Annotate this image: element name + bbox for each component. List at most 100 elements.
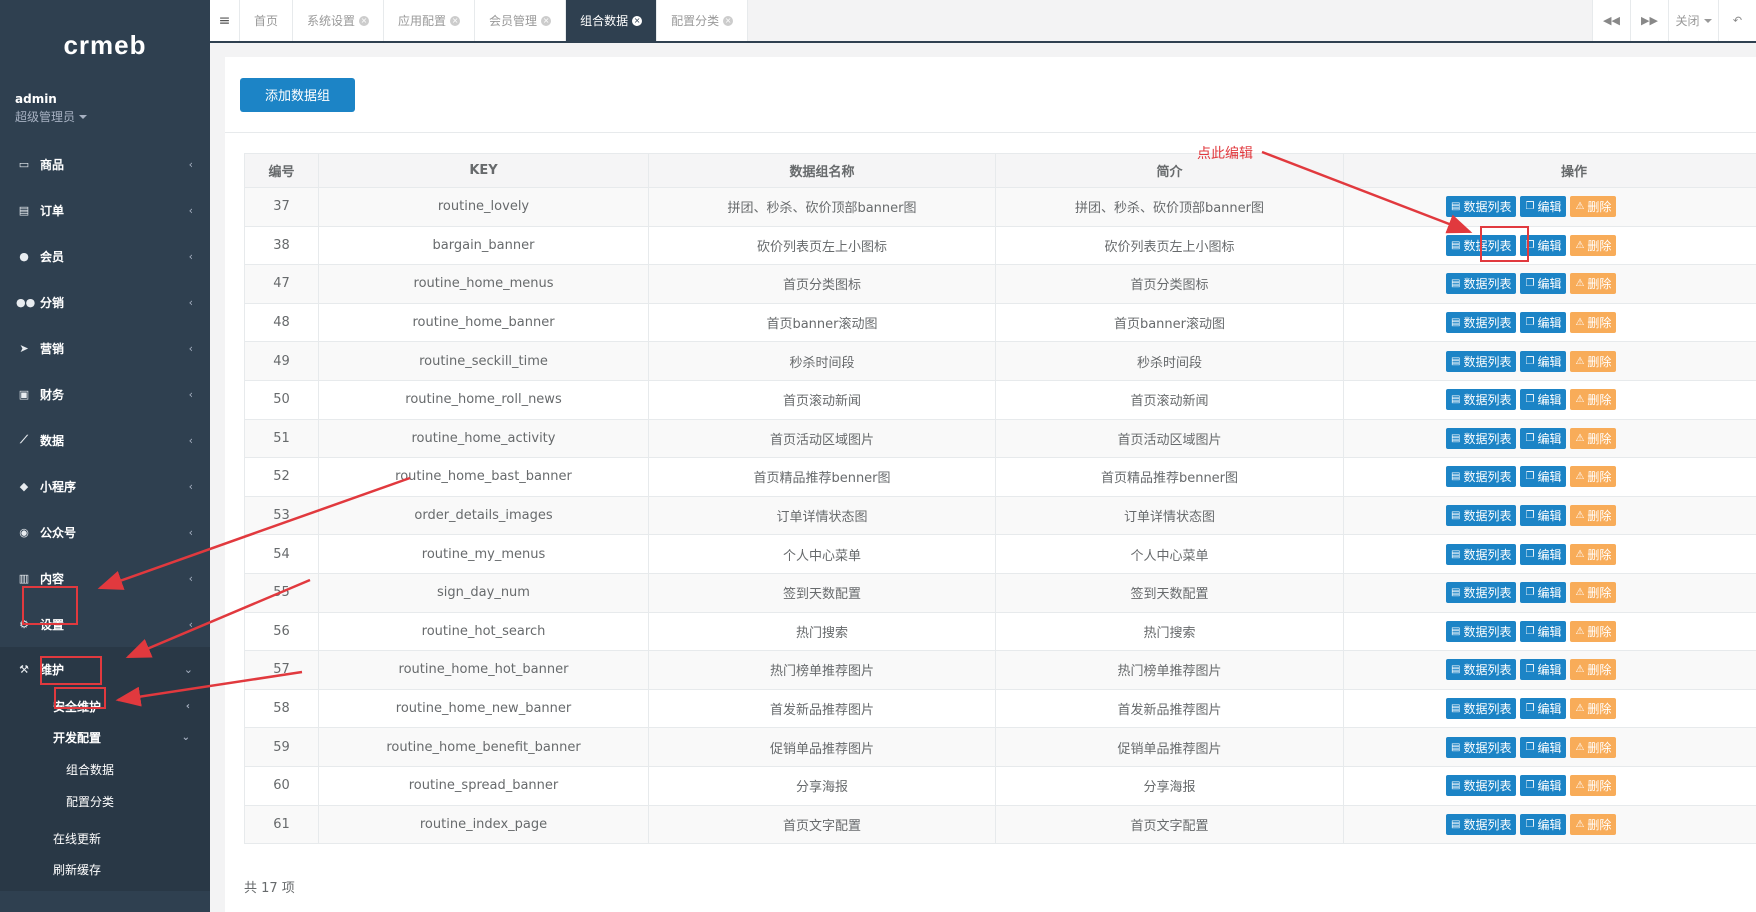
scroll-right-icon[interactable]: ▶▶ (1630, 0, 1668, 41)
delete-button[interactable]: ⚠ 删除 (1570, 698, 1617, 720)
data-list-button[interactable]: ▤ 数据列表 (1446, 427, 1517, 449)
delete-button[interactable]: ⚠ 删除 (1570, 350, 1617, 372)
edit-button[interactable]: ❐ 编辑 (1520, 350, 1567, 372)
sidebar-item-maintenance[interactable]: ⚒ 维护 ⌄ (0, 647, 210, 691)
delete-button[interactable]: ⚠ 删除 (1570, 389, 1617, 411)
sidebar-item-group-data[interactable]: 组合数据 (0, 753, 210, 785)
close-tabs-dropdown[interactable]: 关闭 (1668, 0, 1718, 41)
tab-app-config[interactable]: 应用配置 × (384, 0, 476, 41)
delete-button[interactable]: ⚠ 删除 (1570, 813, 1617, 835)
column-header-name: 数据组名称 (648, 153, 996, 188)
cell-key: routine_my_menus (318, 534, 649, 574)
sidebar-item-config-category[interactable]: 配置分类 (0, 785, 210, 817)
row-actions: ▤ 数据列表 ❐ 编辑 ⚠ 删除 (1344, 505, 1756, 527)
data-list-button[interactable]: ▤ 数据列表 (1446, 775, 1517, 797)
sidebar-item-distribution[interactable]: ●● 分销 ‹ (0, 279, 210, 325)
edit-button[interactable]: ❐ 编辑 (1520, 659, 1567, 681)
data-list-button[interactable]: ▤ 数据列表 (1446, 196, 1517, 218)
data-list-button[interactable]: ▤ 数据列表 (1446, 582, 1517, 604)
cell-id: 54 (244, 534, 319, 574)
cell-intro: 拼团、秒杀、砍价顶部banner图 (995, 187, 1344, 227)
chevron-left-icon: ‹ (188, 341, 193, 355)
delete-button[interactable]: ⚠ 删除 (1570, 427, 1617, 449)
sidebar-item-refresh-cache[interactable]: 刷新缓存 (0, 854, 210, 885)
column-header-id: 编号 (244, 153, 319, 188)
data-list-button[interactable]: ▤ 数据列表 (1446, 466, 1517, 488)
edit-button[interactable]: ❐ 编辑 (1520, 196, 1567, 218)
user-name: admin (15, 92, 57, 106)
user-role-dropdown[interactable]: 超级管理员 (15, 108, 195, 125)
delete-button[interactable]: ⚠ 删除 (1570, 466, 1617, 488)
close-icon[interactable]: × (723, 15, 734, 26)
data-list-button[interactable]: ▤ 数据列表 (1446, 736, 1517, 758)
edit-button[interactable]: ❐ 编辑 (1520, 543, 1567, 565)
edit-button[interactable]: ❐ 编辑 (1520, 466, 1567, 488)
delete-button[interactable]: ⚠ 删除 (1570, 234, 1617, 256)
data-list-button[interactable]: ▤ 数据列表 (1446, 350, 1517, 372)
sidebar-item-dev-config[interactable]: 开发配置 ⌄ (0, 722, 210, 753)
delete-button[interactable]: ⚠ 删除 (1570, 620, 1617, 642)
edit-button[interactable]: ❐ 编辑 (1520, 312, 1567, 334)
tab-home[interactable]: 首页 (240, 0, 294, 41)
scroll-left-icon[interactable]: ◀◀ (1592, 0, 1630, 41)
sidebar-item-finance[interactable]: ▣ 财务 ‹ (0, 371, 210, 417)
close-icon[interactable]: × (541, 15, 552, 26)
sidebar-item-online-update[interactable]: 在线更新 (0, 823, 210, 854)
tab-config-category[interactable]: 配置分类 × (657, 0, 749, 41)
tab-group-data[interactable]: 组合数据 × (566, 0, 658, 41)
edit-button[interactable]: ❐ 编辑 (1520, 389, 1567, 411)
data-list-button[interactable]: ▤ 数据列表 (1446, 312, 1517, 334)
sidebar-item-official-account[interactable]: ◉ 公众号 ‹ (0, 509, 210, 555)
menu-toggle-icon[interactable]: ≡ (210, 0, 240, 41)
sidebar-item-goods[interactable]: ▭ 商品 ‹ (0, 141, 210, 187)
cell-key: order_details_images (318, 495, 649, 536)
delete-button[interactable]: ⚠ 删除 (1570, 543, 1617, 565)
copy-icon: ❐ (1525, 317, 1535, 329)
delete-button[interactable]: ⚠ 删除 (1570, 312, 1617, 334)
edit-button-label: 编辑 (1537, 702, 1562, 717)
user-profile[interactable]: admin 超级管理员 (0, 90, 210, 137)
row-actions: ▤ 数据列表 ❐ 编辑 ⚠ 删除 (1344, 543, 1756, 565)
sidebar-item-miniprogram[interactable]: ◆ 小程序 ‹ (0, 463, 210, 509)
delete-button-label: 删除 (1587, 702, 1612, 717)
delete-button[interactable]: ⚠ 删除 (1570, 736, 1617, 758)
back-icon[interactable]: ↶ (1718, 0, 1756, 41)
tab-member-management[interactable]: 会员管理 × (475, 0, 567, 41)
sidebar-item-orders[interactable]: ▤ 订单 ‹ (0, 187, 210, 233)
edit-button[interactable]: ❐ 编辑 (1520, 813, 1567, 835)
edit-button[interactable]: ❐ 编辑 (1520, 427, 1567, 449)
data-list-button[interactable]: ▤ 数据列表 (1446, 505, 1517, 527)
sidebar-item-data[interactable]: ⟋ 数据 ‹ (0, 417, 210, 463)
close-icon[interactable]: × (450, 15, 461, 26)
tab-system-settings[interactable]: 系统设置 × (293, 0, 385, 41)
data-list-button[interactable]: ▤ 数据列表 (1446, 698, 1517, 720)
edit-button[interactable]: ❐ 编辑 (1520, 505, 1567, 527)
add-data-group-button[interactable]: 添加数据组 (240, 77, 356, 112)
copy-icon: ❐ (1525, 201, 1535, 213)
delete-button[interactable]: ⚠ 删除 (1570, 196, 1617, 218)
data-list-button[interactable]: ▤ 数据列表 (1446, 813, 1517, 835)
edit-button[interactable]: ❐ 编辑 (1520, 620, 1567, 642)
delete-button[interactable]: ⚠ 删除 (1570, 273, 1617, 295)
data-list-button[interactable]: ▤ 数据列表 (1446, 273, 1517, 295)
cell-id: 59 (244, 727, 319, 767)
sidebar-item-marketing[interactable]: ➤ 营销 ‹ (0, 325, 210, 371)
edit-button[interactable]: ❐ 编辑 (1520, 698, 1567, 720)
data-list-button[interactable]: ▤ 数据列表 (1446, 620, 1517, 642)
edit-button[interactable]: ❐ 编辑 (1520, 775, 1567, 797)
sidebar-item-members[interactable]: ● 会员 ‹ (0, 233, 210, 279)
delete-button[interactable]: ⚠ 删除 (1570, 582, 1617, 604)
close-icon[interactable]: × (632, 15, 643, 26)
delete-button[interactable]: ⚠ 删除 (1570, 659, 1617, 681)
cell-intro: 首页文字配置 (995, 804, 1344, 845)
delete-button[interactable]: ⚠ 删除 (1570, 775, 1617, 797)
edit-button[interactable]: ❐ 编辑 (1520, 582, 1567, 604)
close-icon[interactable]: × (359, 15, 370, 26)
edit-button[interactable]: ❐ 编辑 (1520, 273, 1567, 295)
data-list-button[interactable]: ▤ 数据列表 (1446, 659, 1517, 681)
data-list-button[interactable]: ▤ 数据列表 (1446, 389, 1517, 411)
edit-button[interactable]: ❐ 编辑 (1520, 736, 1567, 758)
data-list-button[interactable]: ▤ 数据列表 (1446, 543, 1517, 565)
delete-button[interactable]: ⚠ 删除 (1570, 505, 1617, 527)
warning-icon: ⚠ (1575, 471, 1585, 483)
